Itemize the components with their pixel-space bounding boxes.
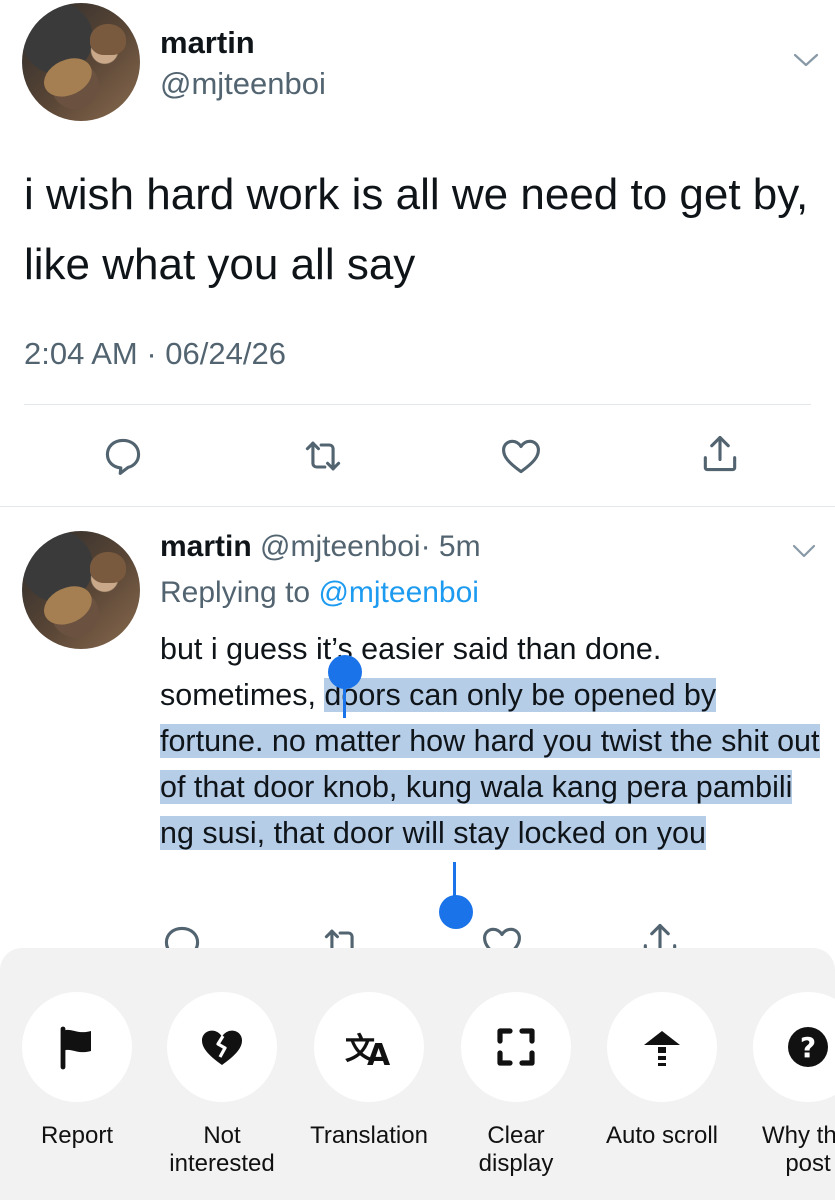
clear-display-circle[interactable]: [461, 992, 571, 1102]
clear-display-label: Clear display: [478, 1122, 554, 1177]
fullscreen-icon: [497, 1028, 535, 1066]
reply-author-handle[interactable]: @mjteenboi: [260, 530, 421, 563]
why-this-post-label: Why this post: [761, 1122, 835, 1177]
author-avatar[interactable]: [22, 3, 140, 121]
retweet-icon[interactable]: [299, 432, 347, 480]
reply-time: · 5m: [420, 530, 481, 563]
replying-to-prefix: Replying to: [160, 576, 319, 609]
share-icon[interactable]: [696, 430, 744, 478]
reply-menu-chevron-icon[interactable]: [792, 542, 816, 560]
auto-scroll-label: Auto scroll: [605, 1122, 719, 1149]
avatar-guitar: [38, 578, 98, 632]
reply-author-name[interactable]: martin: [160, 530, 252, 563]
not-interested-circle[interactable]: [167, 992, 277, 1102]
translate-icon: 文A: [345, 1032, 391, 1071]
svg-text:A: A: [367, 1038, 391, 1071]
reply-text: but i guess it’s easier said than done. …: [160, 626, 820, 856]
replying-to: Replying to @mjteenboi: [160, 576, 479, 610]
reply-header: martin @mjteenboi· 5m: [160, 530, 481, 564]
divider: [24, 404, 811, 405]
question-icon: ?: [788, 1027, 828, 1067]
author-handle[interactable]: @mjteenboi: [160, 66, 326, 102]
like-icon[interactable]: [497, 432, 545, 480]
translation-label: Translation: [310, 1122, 428, 1149]
auto-scroll-circle[interactable]: [607, 992, 717, 1102]
author-name[interactable]: martin: [160, 25, 255, 61]
report-label: Report: [40, 1122, 114, 1149]
avatar-hair: [90, 552, 126, 583]
tweet-menu-chevron-icon[interactable]: [793, 50, 819, 70]
reply-author-avatar[interactable]: [22, 531, 140, 649]
not-interested-label: Not interested: [169, 1122, 275, 1177]
broken-heart-icon: [202, 1030, 242, 1065]
tweet-timestamp[interactable]: 2:04 AM · 06/24/26: [24, 336, 286, 372]
tweet-text: i wish hard work is all we need to get b…: [24, 170, 809, 289]
flag-icon: [60, 1026, 91, 1070]
avatar-guitar: [38, 50, 98, 104]
report-circle[interactable]: [22, 992, 132, 1102]
section-divider: [0, 506, 835, 507]
svg-text:?: ?: [800, 1031, 816, 1064]
avatar-hair: [90, 24, 126, 55]
replying-to-link[interactable]: @mjteenboi: [318, 576, 479, 609]
why-this-post-circle[interactable]: ?: [753, 992, 835, 1102]
translation-circle[interactable]: 文A: [314, 992, 424, 1102]
action-sheet: Report Not interested 文A Translation Cle…: [0, 948, 835, 1200]
auto-scroll-icon: [644, 1031, 680, 1066]
reply-icon[interactable]: [99, 432, 147, 480]
selection-start-handle[interactable]: [328, 655, 362, 689]
